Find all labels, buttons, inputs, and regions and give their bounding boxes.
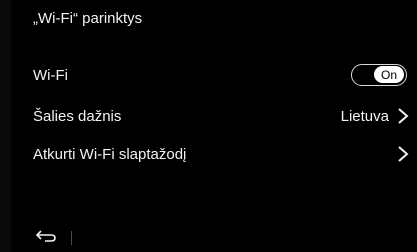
wifi-toggle[interactable]: On [351,64,407,86]
country-frequency-value-wrap: Lietuva [341,107,409,125]
settings-screen: „Wi-Fi“ parinktys Wi-Fi On Šalies dažnis… [11,0,417,252]
reset-wifi-password-row[interactable]: Atkurti Wi-Fi slaptažodį [33,139,409,169]
country-frequency-row[interactable]: Šalies dažnis Lietuva [33,101,409,131]
chevron-right-icon [398,146,409,162]
country-frequency-value: Lietuva [340,107,389,125]
wifi-row[interactable]: Wi-Fi On [33,60,409,90]
chevron-right-icon [398,108,409,124]
reset-wifi-password-label: Atkurti Wi-Fi slaptažodį [33,145,187,163]
footer-divider [71,231,72,245]
wifi-label: Wi-Fi [33,66,68,84]
wifi-toggle-knob: On [374,66,404,83]
page-title: „Wi-Fi“ parinktys [33,10,143,27]
country-frequency-label: Šalies dažnis [33,107,122,125]
back-arrow-icon[interactable] [35,229,57,243]
